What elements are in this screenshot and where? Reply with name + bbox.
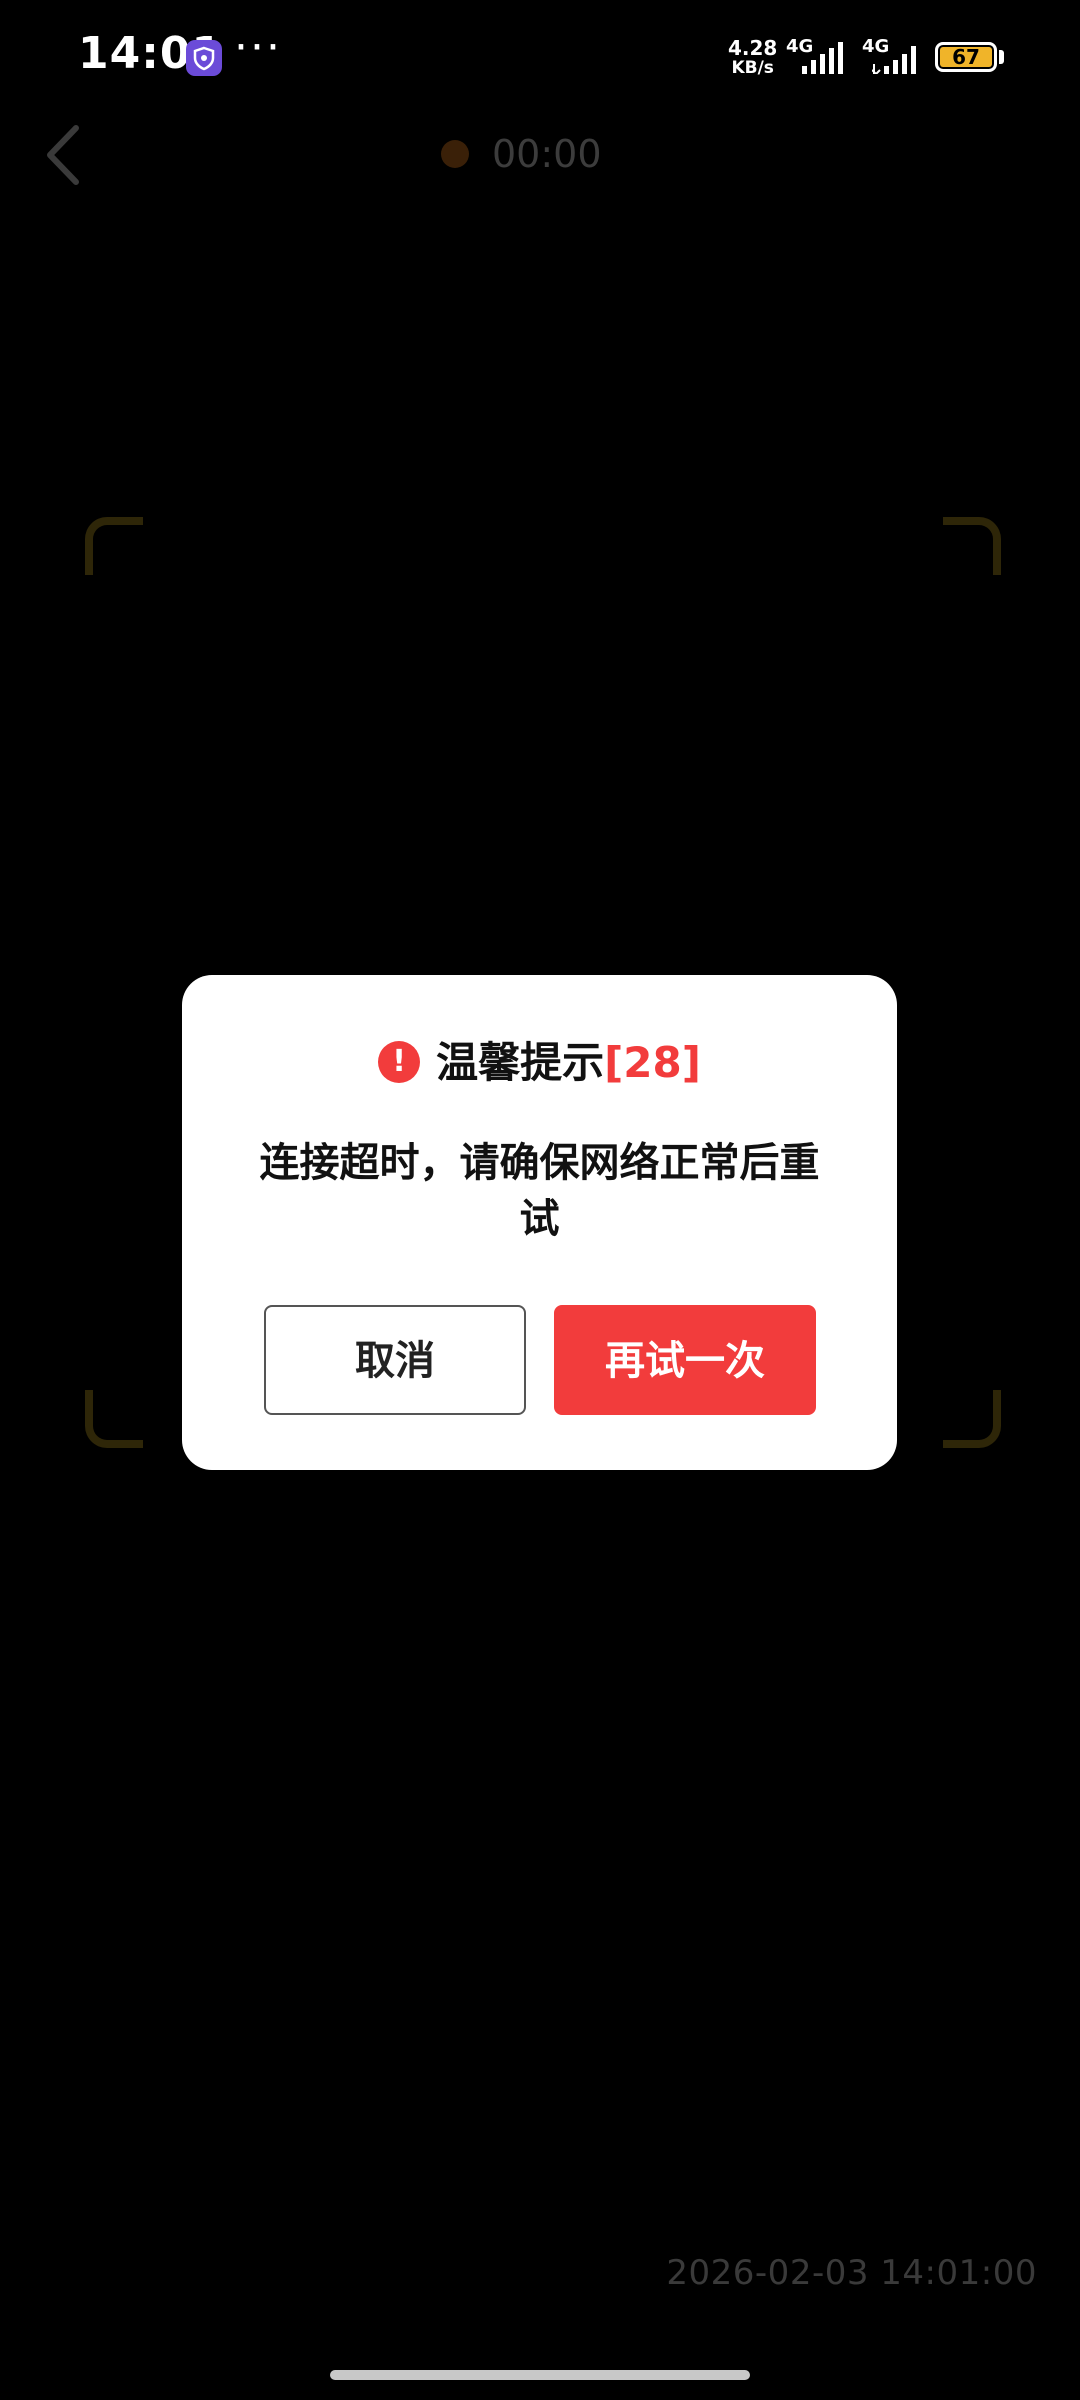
status-bar: 14:01 ··· 4.28 KB/s 4G 4G 67 <box>0 0 1080 110</box>
scan-frame-corner-top-left <box>85 517 143 575</box>
recording-dot <box>441 140 469 168</box>
scan-frame-corner-top-right <box>943 517 1001 575</box>
chevron-left-icon <box>47 125 79 185</box>
battery-icon: 67 <box>935 42 997 72</box>
dialog-countdown: [28] <box>604 1038 701 1087</box>
scan-frame-corner-bottom-right <box>943 1390 1001 1448</box>
battery-tip <box>999 50 1004 64</box>
shield-app-icon <box>186 40 222 76</box>
retry-button[interactable]: 再试一次 <box>554 1305 816 1415</box>
recording-timer: 00:00 <box>492 132 602 176</box>
home-indicator[interactable] <box>330 2370 750 2380</box>
dialog-title: 温馨提示 <box>436 1038 605 1087</box>
signal-icon-1 <box>802 42 843 74</box>
timestamp-watermark: 2026-02-03 14:01:00 <box>666 2253 1037 2293</box>
back-button[interactable] <box>40 120 90 190</box>
network-speed: 4.28 KB/s <box>728 38 777 78</box>
network-speed-value: 4.28 <box>728 36 778 60</box>
alert-circle-icon: ! <box>378 1040 421 1083</box>
signal-icon-2 <box>872 46 916 74</box>
scan-frame-corner-bottom-left <box>85 1390 143 1448</box>
battery-level: 67 <box>940 47 992 67</box>
cancel-button[interactable]: 取消 <box>264 1305 526 1415</box>
dialog-header: ! 温馨提示[28] <box>182 1037 897 1089</box>
network-speed-unit: KB/s <box>731 58 774 78</box>
timeout-dialog: ! 温馨提示[28] 连接超时，请确保网络正常后重试 取消 再试一次 <box>182 975 897 1470</box>
more-dots-icon: ··· <box>234 22 282 73</box>
dialog-message: 连接超时，请确保网络正常后重试 <box>259 1140 820 1242</box>
screen: 14:01 ··· 4.28 KB/s 4G 4G 67 00:00 ! 温馨提… <box>0 0 1080 2400</box>
